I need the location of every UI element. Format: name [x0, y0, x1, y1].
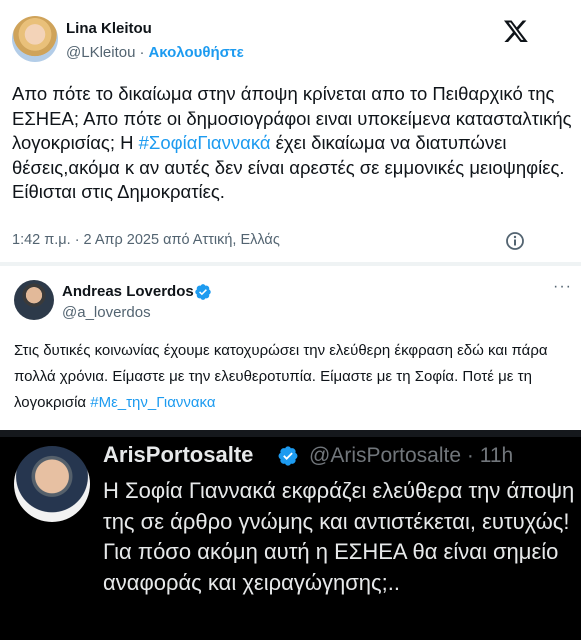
avatar[interactable]: [14, 446, 90, 522]
more-options-icon[interactable]: ···: [553, 278, 572, 296]
info-icon[interactable]: [505, 231, 525, 251]
tweet-card-lina-kleitou: Lina Kleitou @LKleitou · Ακολουθήστε Απο π…: [0, 0, 581, 262]
tweet-timestamp[interactable]: 1:42 π.μ. · 2 Απρ 2025 από Αττική, Ελλάς: [12, 232, 280, 248]
verified-badge-icon: [278, 446, 298, 466]
author-name[interactable]: ArisPortosalte: [103, 442, 253, 468]
follow-button[interactable]: Ακολουθήστε: [148, 44, 243, 61]
verified-badge-icon: [195, 284, 211, 300]
tweet-text: Στις δυτικές κοινωνίας έχουμε κατοχυρώσε…: [14, 338, 574, 416]
tweet-text-line: Η Σοφία Γιαννακά εκφράζει ελεύθερα την ά…: [103, 478, 575, 534]
hashtag-link[interactable]: #Με_την_Γιαννακα: [90, 394, 215, 411]
separator: ·: [139, 44, 145, 61]
author-handle[interactable]: @a_loverdos: [62, 304, 151, 321]
tweet-text: Η Σοφία Γιαννακά εκφράζει ελεύθερα την ά…: [103, 476, 575, 598]
tweet-card-andreas-loverdos: Andreas Loverdos @a_loverdos ··· Στις δυ…: [0, 266, 581, 430]
x-logo-icon[interactable]: [503, 18, 529, 44]
divider: [0, 430, 581, 437]
avatar[interactable]: [12, 16, 58, 62]
author-handle[interactable]: @ArisPortosalte · 11h: [309, 444, 513, 468]
tweet-text-line: Για πόσο ακόμη αυτή η ΕΣΗΕΑ θα είναι σημ…: [103, 539, 559, 595]
hashtag-link[interactable]: #ΣοφίαΓιαννακά: [139, 132, 271, 153]
author-name[interactable]: Lina Kleitou: [66, 20, 152, 37]
tweet-text: Απο πότε το δικαίωμα στην άποψη κρίνεται…: [12, 82, 572, 205]
author-handle-row: @LKleitou · Ακολουθήστε: [66, 44, 244, 61]
avatar[interactable]: [14, 280, 54, 320]
author-handle[interactable]: @LKleitou: [66, 44, 135, 61]
author-name[interactable]: Andreas Loverdos: [62, 283, 194, 300]
tweet-card-aris-portosalte: ArisPortosalte @ArisPortosalte · 11h Η Σ…: [0, 430, 581, 640]
